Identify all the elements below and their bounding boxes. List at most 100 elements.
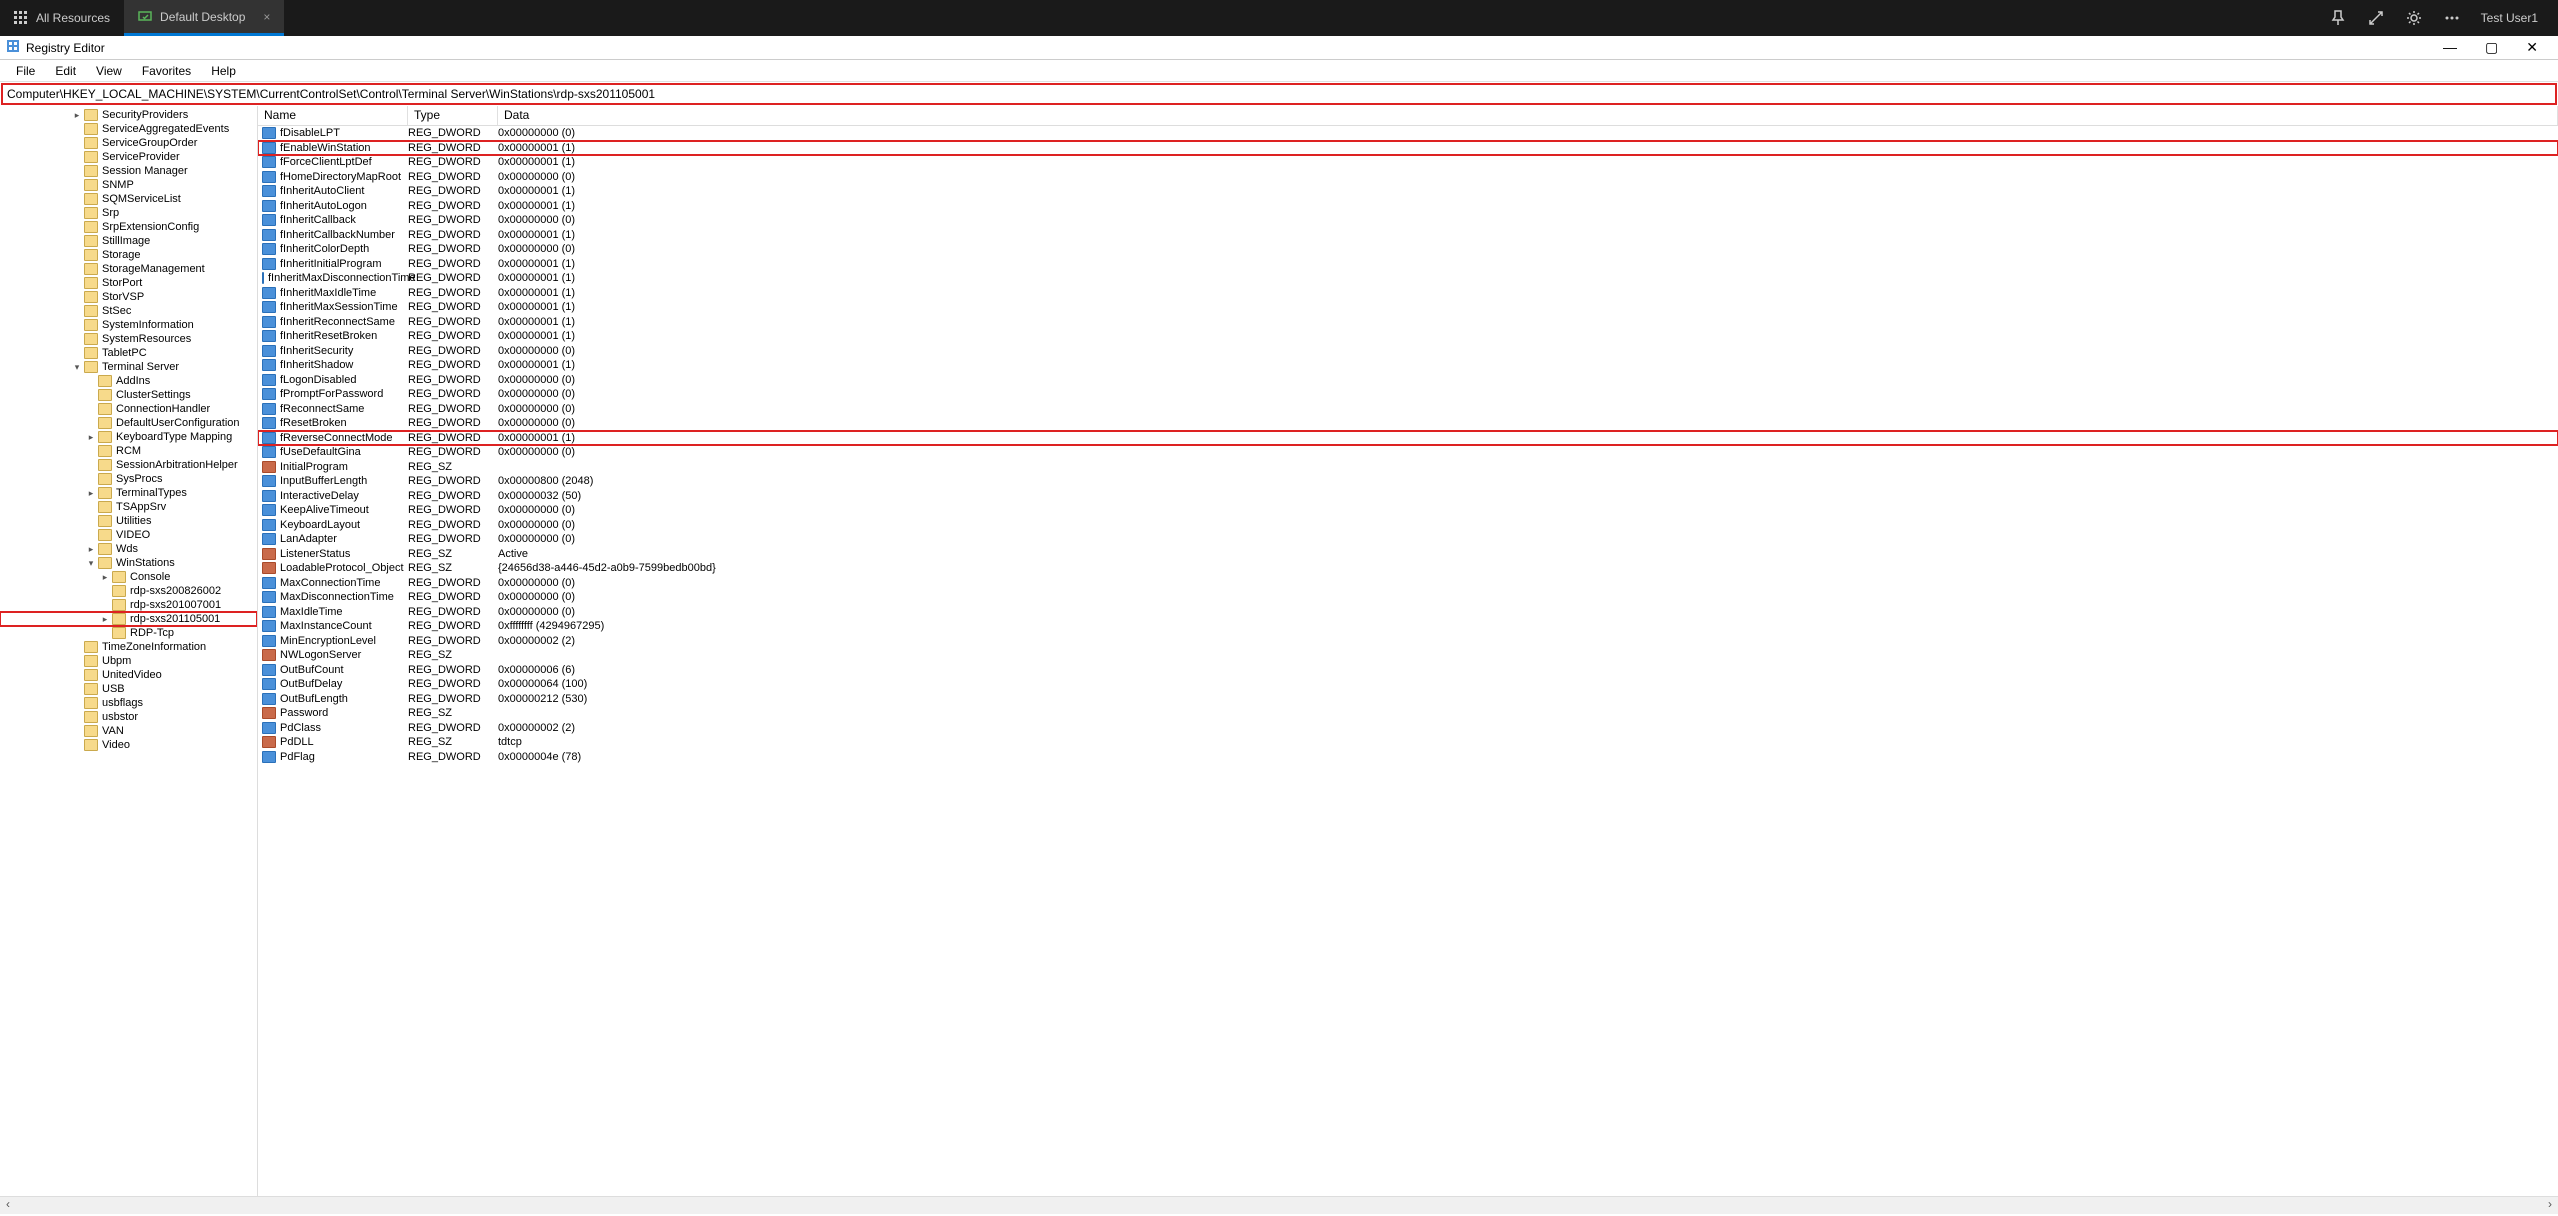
tree-node[interactable]: usbflags — [0, 696, 257, 710]
tree-pane[interactable]: ▸SecurityProvidersServiceAggregatedEvent… — [0, 106, 258, 1196]
tree-node[interactable]: VIDEO — [0, 528, 257, 542]
value-row[interactable]: KeepAliveTimeoutREG_DWORD0x00000000 (0) — [258, 503, 2558, 518]
tree-node[interactable]: usbstor — [0, 710, 257, 724]
menu-file[interactable]: File — [6, 64, 45, 78]
menu-edit[interactable]: Edit — [45, 64, 86, 78]
value-row[interactable]: MaxConnectionTimeREG_DWORD0x00000000 (0) — [258, 576, 2558, 591]
tree-node[interactable]: StillImage — [0, 234, 257, 248]
value-row[interactable]: MaxIdleTimeREG_DWORD0x00000000 (0) — [258, 605, 2558, 620]
scroll-right-icon[interactable]: › — [2542, 1197, 2558, 1214]
tree-node[interactable]: TimeZoneInformation — [0, 640, 257, 654]
value-row[interactable]: InitialProgramREG_SZ — [258, 460, 2558, 475]
gear-icon[interactable] — [2405, 9, 2423, 27]
value-row[interactable]: fInheritShadowREG_DWORD0x00000001 (1) — [258, 358, 2558, 373]
close-icon[interactable]: × — [263, 10, 270, 24]
col-header-data[interactable]: Data — [498, 106, 2558, 125]
value-row[interactable]: fEnableWinStationREG_DWORD0x00000001 (1) — [258, 141, 2558, 156]
value-row[interactable]: fResetBrokenREG_DWORD0x00000000 (0) — [258, 416, 2558, 431]
value-row[interactable]: fInheritCallbackNumberREG_DWORD0x0000000… — [258, 228, 2558, 243]
value-row[interactable]: PdDLLREG_SZtdtcp — [258, 735, 2558, 750]
tab-all-resources[interactable]: All Resources — [0, 0, 124, 36]
value-row[interactable]: fUseDefaultGinaREG_DWORD0x00000000 (0) — [258, 445, 2558, 460]
address-bar[interactable]: Computer\HKEY_LOCAL_MACHINE\SYSTEM\Curre… — [1, 83, 2557, 105]
value-row[interactable]: OutBufLengthREG_DWORD0x00000212 (530) — [258, 692, 2558, 707]
value-row[interactable]: MinEncryptionLevelREG_DWORD0x00000002 (2… — [258, 634, 2558, 649]
value-row[interactable]: fReverseConnectModeREG_DWORD0x00000001 (… — [258, 431, 2558, 446]
pin-icon[interactable] — [2329, 9, 2347, 27]
tree-node[interactable]: ServiceGroupOrder — [0, 136, 257, 150]
col-header-name[interactable]: Name — [258, 106, 408, 125]
tree-node[interactable]: rdp-sxs200826002 — [0, 584, 257, 598]
value-row[interactable]: KeyboardLayoutREG_DWORD0x00000000 (0) — [258, 518, 2558, 533]
value-row[interactable]: fInheritCallbackREG_DWORD0x00000000 (0) — [258, 213, 2558, 228]
tree-node[interactable]: SessionArbitrationHelper — [0, 458, 257, 472]
values-pane[interactable]: Name Type Data fDisableLPTREG_DWORD0x000… — [258, 106, 2558, 1196]
tree-node[interactable]: SystemInformation — [0, 318, 257, 332]
tree-node[interactable]: ▸rdp-sxs201105001 — [0, 612, 257, 626]
tree-node[interactable]: ▾Terminal Server — [0, 360, 257, 374]
tree-node[interactable]: StorVSP — [0, 290, 257, 304]
tree-node[interactable]: Ubpm — [0, 654, 257, 668]
tree-node[interactable]: StorageManagement — [0, 262, 257, 276]
tree-node[interactable]: Utilities — [0, 514, 257, 528]
col-header-type[interactable]: Type — [408, 106, 498, 125]
tree-node[interactable]: ConnectionHandler — [0, 402, 257, 416]
tree-node[interactable]: SystemResources — [0, 332, 257, 346]
tree-node[interactable]: SrpExtensionConfig — [0, 220, 257, 234]
value-row[interactable]: fInheritMaxDisconnectionTimeREG_DWORD0x0… — [258, 271, 2558, 286]
value-row[interactable]: fInheritResetBrokenREG_DWORD0x00000001 (… — [258, 329, 2558, 344]
tree-node[interactable]: ServiceProvider — [0, 150, 257, 164]
minimize-button[interactable]: — — [2435, 39, 2465, 56]
value-row[interactable]: OutBufCountREG_DWORD0x00000006 (6) — [258, 663, 2558, 678]
value-row[interactable]: fInheritSecurityREG_DWORD0x00000000 (0) — [258, 344, 2558, 359]
tree-node[interactable]: DefaultUserConfiguration — [0, 416, 257, 430]
value-row[interactable]: fInheritInitialProgramREG_DWORD0x0000000… — [258, 257, 2558, 272]
value-row[interactable]: fDisableLPTREG_DWORD0x00000000 (0) — [258, 126, 2558, 141]
more-icon[interactable] — [2443, 9, 2461, 27]
tree-node[interactable]: RDP-Tcp — [0, 626, 257, 640]
tree-node[interactable]: ▸Wds — [0, 542, 257, 556]
value-row[interactable]: NWLogonServerREG_SZ — [258, 648, 2558, 663]
tree-node[interactable]: ▸KeyboardType Mapping — [0, 430, 257, 444]
tree-node[interactable]: Session Manager — [0, 164, 257, 178]
tree-node[interactable]: SysProcs — [0, 472, 257, 486]
tree-node[interactable]: VAN — [0, 724, 257, 738]
tree-node[interactable]: ClusterSettings — [0, 388, 257, 402]
value-row[interactable]: fInheritColorDepthREG_DWORD0x00000000 (0… — [258, 242, 2558, 257]
tree-node[interactable]: ServiceAggregatedEvents — [0, 122, 257, 136]
value-row[interactable]: PdFlagREG_DWORD0x0000004e (78) — [258, 750, 2558, 765]
menu-help[interactable]: Help — [201, 64, 246, 78]
value-row[interactable]: fReconnectSameREG_DWORD0x00000000 (0) — [258, 402, 2558, 417]
chevron-right-icon[interactable]: ▸ — [98, 572, 112, 583]
tree-node[interactable]: AddIns — [0, 374, 257, 388]
value-row[interactable]: fInheritReconnectSameREG_DWORD0x00000001… — [258, 315, 2558, 330]
chevron-right-icon[interactable]: ▸ — [84, 488, 98, 499]
close-button[interactable]: ✕ — [2518, 39, 2546, 56]
tree-node[interactable]: ▸SecurityProviders — [0, 108, 257, 122]
chevron-right-icon[interactable]: ▸ — [84, 544, 98, 555]
scroll-left-icon[interactable]: ‹ — [0, 1197, 16, 1214]
tree-node[interactable]: StSec — [0, 304, 257, 318]
value-row[interactable]: ListenerStatusREG_SZActive — [258, 547, 2558, 562]
tree-node[interactable]: ▸TerminalTypes — [0, 486, 257, 500]
value-row[interactable]: fInheritAutoClientREG_DWORD0x00000001 (1… — [258, 184, 2558, 199]
value-row[interactable]: fHomeDirectoryMapRootREG_DWORD0x00000000… — [258, 170, 2558, 185]
value-row[interactable]: LoadableProtocol_ObjectREG_SZ{24656d38-a… — [258, 561, 2558, 576]
value-row[interactable]: MaxInstanceCountREG_DWORD0xffffffff (429… — [258, 619, 2558, 634]
tree-node[interactable]: ▸Console — [0, 570, 257, 584]
value-row[interactable]: fPromptForPasswordREG_DWORD0x00000000 (0… — [258, 387, 2558, 402]
chevron-down-icon[interactable]: ▾ — [70, 362, 84, 373]
tree-node[interactable]: StorPort — [0, 276, 257, 290]
user-label[interactable]: Test User1 — [2481, 11, 2538, 25]
tree-node[interactable]: TSAppSrv — [0, 500, 257, 514]
tree-node[interactable]: rdp-sxs201007001 — [0, 598, 257, 612]
menu-view[interactable]: View — [86, 64, 132, 78]
tree-node[interactable]: UnitedVideo — [0, 668, 257, 682]
value-row[interactable]: fLogonDisabledREG_DWORD0x00000000 (0) — [258, 373, 2558, 388]
value-row[interactable]: MaxDisconnectionTimeREG_DWORD0x00000000 … — [258, 590, 2558, 605]
value-row[interactable]: fInheritAutoLogonREG_DWORD0x00000001 (1) — [258, 199, 2558, 214]
value-row[interactable]: InputBufferLengthREG_DWORD0x00000800 (20… — [258, 474, 2558, 489]
chevron-right-icon[interactable]: ▸ — [70, 110, 84, 121]
tree-node[interactable]: Storage — [0, 248, 257, 262]
value-row[interactable]: OutBufDelayREG_DWORD0x00000064 (100) — [258, 677, 2558, 692]
